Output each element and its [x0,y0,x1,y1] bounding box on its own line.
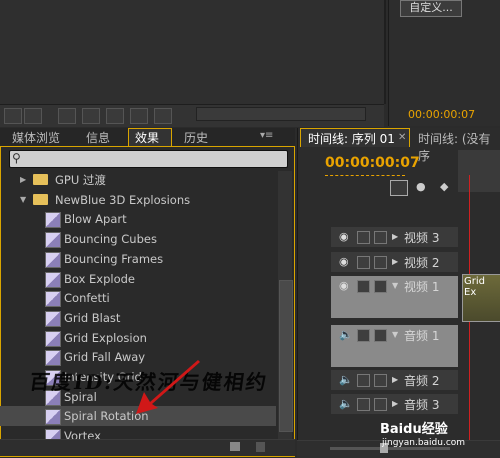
tree-effect-item[interactable]: Confetti [0,288,276,308]
new-bin-icon[interactable] [230,442,240,451]
tab-timeline-sequence[interactable]: 时间线: 序列 01 [308,130,395,147]
lock-icon[interactable] [374,329,387,342]
eye-icon[interactable]: ◉ [339,279,349,292]
tab-history[interactable]: 历史 [184,130,208,146]
tree-effect-item[interactable]: Box Explode [0,269,276,289]
list-view-icon[interactable] [4,108,22,124]
transition-icon [45,251,61,268]
speaker-icon[interactable]: 🔈 [339,328,353,341]
search-input[interactable] [9,150,288,168]
tree-folder[interactable]: ▼ NewBlue 3D Explosions [0,190,276,210]
transition-icon [45,350,61,367]
effects-scrollbar-thumb[interactable] [279,280,293,432]
timeline-timecode[interactable]: 00:00:00:07 [325,155,420,171]
transition-icon [45,271,61,288]
track-target-icon[interactable] [357,280,370,293]
close-icon[interactable]: ✕ [398,132,406,143]
find-icon[interactable] [82,108,100,124]
eye-icon[interactable]: ◉ [339,255,349,268]
transition-icon [45,330,61,347]
tree-effect-item[interactable]: Grid Blast [0,308,276,328]
track-name: 音频 3 [404,398,440,412]
baidu-logo: Baidu经验 [380,422,448,437]
tree-effect-label: Bouncing Cubes [64,232,157,247]
transition-icon [45,310,61,327]
track-target-icon[interactable] [357,231,370,244]
lock-icon[interactable] [374,374,387,387]
collapse-icon[interactable]: ▼ [392,281,398,290]
transition-icon [45,232,61,249]
expand-right-icon[interactable]: ▶ [20,170,26,190]
transition-icon [45,409,61,426]
automate-icon[interactable] [58,108,76,124]
project-panel [0,0,386,104]
expand-icon[interactable]: ▶ [392,399,398,408]
speaker-icon[interactable]: 🔈 [339,373,353,386]
timecode-underline [325,174,405,176]
icon-view-icon[interactable] [24,108,42,124]
speaker-icon[interactable]: 🔈 [339,397,353,410]
transition-icon [45,212,61,229]
delete-icon[interactable] [154,108,172,124]
marker-icon[interactable]: ● [416,180,426,193]
tree-folder[interactable]: ▶ GPU 过渡 [0,170,276,190]
tree-folder-label: NewBlue 3D Explosions [55,192,191,207]
track-target-icon[interactable] [357,329,370,342]
tree-effect-item[interactable]: Bouncing Cubes [0,229,276,249]
track-target-icon[interactable] [357,374,370,387]
tab-media-browser[interactable]: 媒体浏览 [12,130,60,146]
custom-button[interactable]: 自定义... [400,0,462,17]
red-arrow-icon [136,360,200,414]
transition-icon [45,291,61,308]
lock-icon[interactable] [374,256,387,269]
expand-icon[interactable]: ▶ [392,257,398,266]
track-target-icon[interactable] [357,398,370,411]
delete-icon[interactable] [256,442,265,452]
panel-menu-icon[interactable]: ▾≡ [260,130,273,141]
tree-effect-label: Bouncing Frames [64,251,164,266]
tree-effect-item[interactable]: Bouncing Frames [0,249,276,269]
monitor-timecode[interactable]: 00:00:00:07 [408,108,475,121]
new-bin-icon[interactable] [106,108,124,124]
new-item-icon[interactable] [130,108,148,124]
keyframe-icon[interactable]: ◆ [440,180,448,193]
baidu-url: jingyan.baidu.com [382,438,466,448]
track-name: 视频 1 [404,280,440,294]
track-name: 音频 1 [404,329,440,343]
lock-icon[interactable] [374,231,387,244]
expand-icon[interactable]: ▶ [392,375,398,384]
folder-icon [33,174,48,185]
track-target-icon[interactable] [357,256,370,269]
tab-info[interactable]: 信息 [86,130,110,146]
track-name: 音频 2 [404,374,440,388]
tree-folder-label: GPU 过渡 [55,173,106,187]
clip-label: Grid Ex [464,276,485,298]
snap-icon[interactable] [390,180,408,196]
lock-icon[interactable] [374,280,387,293]
expand-down-icon[interactable]: ▼ [20,190,26,210]
tree-effect-label: Confetti [64,291,110,306]
folder-icon [33,193,48,205]
lock-icon[interactable] [374,398,387,411]
tree-effect-item[interactable]: Grid Explosion [0,328,276,348]
tree-effect-label: Box Explode [64,271,136,286]
expand-icon[interactable]: ▶ [392,232,398,241]
track-name: 视频 3 [404,231,440,245]
effects-bottom-bar [0,439,295,456]
track-name: 视频 2 [404,256,440,270]
tree-effect-label: Grid Blast [64,310,121,325]
eye-icon[interactable]: ◉ [339,230,349,243]
tree-effect-item[interactable]: Blow Apart [0,209,276,229]
search-icon: ⚲ [12,151,21,165]
collapse-icon[interactable]: ▼ [392,330,398,339]
tab-effects[interactable]: 效果 [135,130,159,146]
tree-effect-label: Blow Apart [64,212,127,227]
project-scrollbar[interactable] [196,107,366,121]
timeline-ruler[interactable] [458,150,500,192]
tree-effect-label: Grid Explosion [64,330,147,345]
